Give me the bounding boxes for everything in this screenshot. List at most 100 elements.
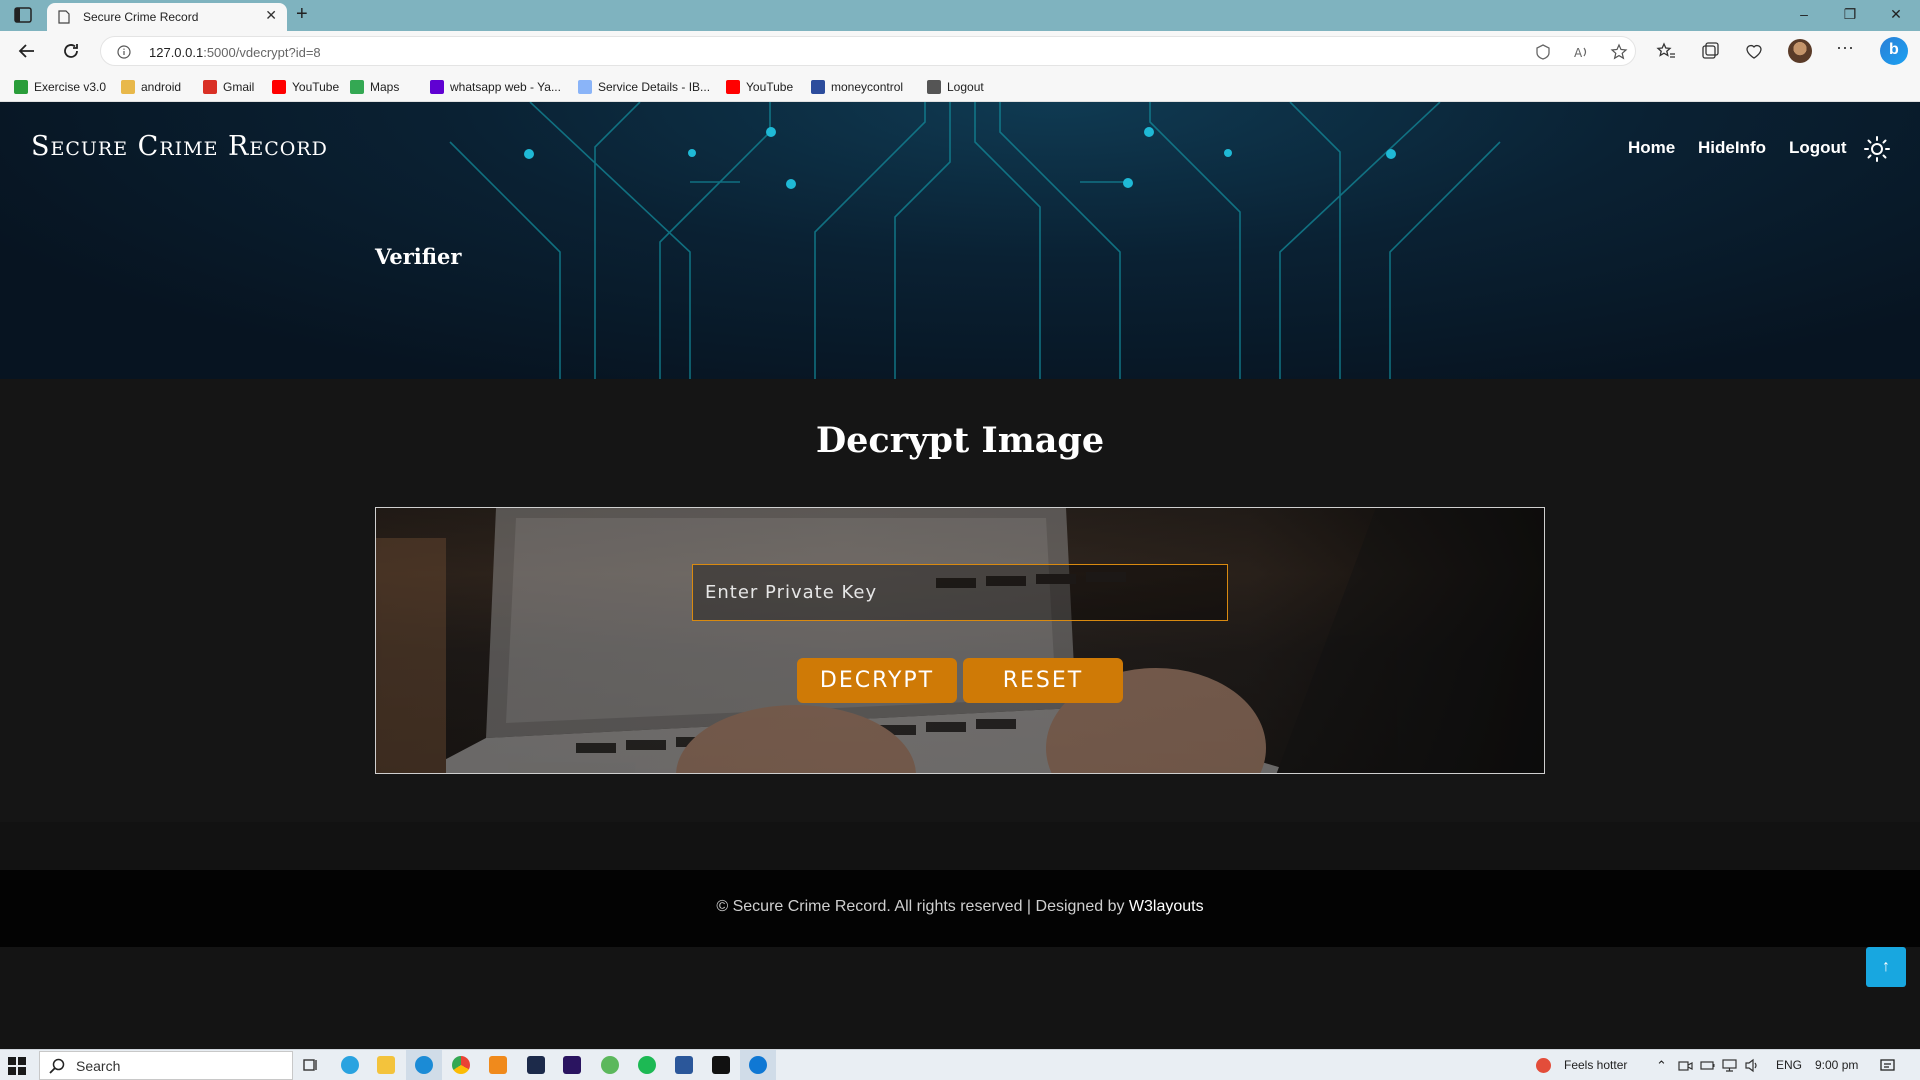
sun-icon[interactable] [1864,136,1890,162]
telegram-icon[interactable] [341,1056,359,1074]
page-icon [927,80,941,94]
premiere-icon[interactable] [563,1056,581,1074]
tab-title: Secure Crime Record [83,10,199,24]
spotify-icon[interactable] [638,1056,656,1074]
hero-banner: Secure Crime Record Home HideInfo Logout… [0,102,1920,379]
bookmark-item[interactable]: Gmail [203,78,254,96]
battery-icon[interactable] [1700,1058,1715,1073]
bookmark-item[interactable]: whatsapp web - Ya... [430,78,561,96]
bookmark-label: whatsapp web - Ya... [450,80,561,94]
read-aloud-icon[interactable]: A [1572,43,1590,61]
bookmark-item[interactable]: Service Details - IB... [578,78,710,96]
bookmark-item[interactable]: Exercise v3.0 [14,78,106,96]
search-icon [49,1058,65,1074]
moneycontrol-icon [811,80,825,94]
chrome-icon[interactable] [452,1056,470,1074]
windows-start-icon[interactable] [8,1057,26,1075]
bookmark-item[interactable]: Logout [927,78,984,96]
bookmark-item[interactable]: YouTube [272,78,339,96]
decrypt-section: Decrypt Image Enter Private Key DECRYPT … [0,379,1920,822]
bookmark-label: Maps [370,80,400,94]
nav-hideinfo[interactable]: HideInfo [1698,138,1766,158]
favorites-icon[interactable] [1656,41,1676,61]
folder-icon [121,80,135,94]
bookmark-label: android [141,80,182,94]
maps-pin-icon [350,80,364,94]
bookmark-label: Exercise v3.0 [34,80,107,94]
svg-text:A: A [1574,46,1583,60]
restore-icon[interactable]: ❐ [1840,6,1860,23]
url-text: 127.0.0.1:5000/vdecrypt?id=8 [149,45,321,60]
kdenlive-icon[interactable] [527,1056,545,1074]
add-favorite-icon[interactable] [1610,43,1628,61]
gmail-icon [203,80,217,94]
nav-logout[interactable]: Logout [1789,138,1847,158]
cloud-icon [578,80,592,94]
reset-button[interactable]: RESET [963,658,1123,703]
back-icon[interactable] [16,40,38,62]
vlc-icon[interactable] [489,1056,507,1074]
url-host: 127.0.0.1 [149,45,204,60]
chevron-up-icon[interactable]: ⌃ [1656,1058,1667,1074]
bookmark-item[interactable]: moneycontrol [811,78,903,96]
language-indicator[interactable]: ENG [1776,1058,1802,1072]
browser-essentials-icon[interactable] [1744,41,1764,61]
browser-toolbar: 127.0.0.1:5000/vdecrypt?id=8 A ··· b [0,31,1920,71]
tracking-prevention-icon[interactable] [1534,43,1552,61]
weather-icon[interactable] [1536,1058,1551,1073]
taskbar-search[interactable]: Search [39,1051,293,1080]
bookmarks-bar: Exercise v3.0 android Gmail YouTube Maps what… [0,71,1920,102]
collections-icon[interactable] [1700,41,1720,61]
youtube-icon [272,80,286,94]
word-icon[interactable] [675,1056,693,1074]
footer-copyright: © Secure Crime Record. All rights reserv… [0,898,1920,916]
onedrive-icon[interactable] [749,1056,767,1074]
network-icon[interactable] [1722,1058,1737,1073]
profile-avatar[interactable] [1788,39,1812,63]
weather-text[interactable]: Feels hotter [1564,1058,1627,1072]
new-tab-button[interactable]: + [296,3,308,26]
bookmark-label: Service Details - IB... [598,80,711,94]
pycharm-icon[interactable] [712,1056,730,1074]
nav-home[interactable]: Home [1628,138,1675,158]
bookmark-label: YouTube [292,80,340,94]
site-info-icon[interactable] [117,45,131,59]
close-tab-icon[interactable]: ✕ [265,7,277,24]
more-options-icon[interactable]: ··· [1836,37,1856,57]
decrypt-form-panel: DECRYPT RESET [375,507,1545,774]
bookmark-item[interactable]: YouTube [726,78,793,96]
close-window-icon[interactable]: ✕ [1886,6,1906,23]
clock[interactable]: 9:00 pm [1815,1058,1858,1072]
yahoo-icon [430,80,444,94]
bookmark-label: YouTube [746,80,794,94]
w-icon [14,80,28,94]
bookmark-item[interactable]: Maps [350,78,399,96]
browser-tab-strip: Secure Crime Record ✕ + – ❐ ✕ [0,0,1920,31]
bookmark-label: moneycontrol [831,80,904,94]
spacer-band [0,822,1920,870]
bing-copilot-icon[interactable]: b [1880,37,1908,65]
site-brand[interactable]: Secure Crime Record [31,131,328,162]
utorrent-icon[interactable] [601,1056,619,1074]
bookmark-item[interactable]: android [121,78,181,96]
file-explorer-icon[interactable] [377,1056,395,1074]
edge-icon[interactable] [415,1056,433,1074]
private-key-input[interactable] [692,564,1228,621]
scroll-to-top-icon[interactable]: ↑ [1866,947,1906,987]
volume-icon[interactable] [1744,1058,1759,1073]
refresh-icon[interactable] [60,40,82,62]
laptop-background-image [376,508,1544,773]
bookmark-label: Logout [947,80,984,94]
meet-now-icon[interactable] [1678,1058,1693,1073]
footer-designer-link[interactable]: W3layouts [1129,898,1204,915]
url-path: :5000/vdecrypt?id=8 [203,45,321,60]
notifications-icon[interactable] [1880,1058,1895,1073]
address-bar[interactable]: 127.0.0.1:5000/vdecrypt?id=8 A [100,36,1636,66]
browser-tab[interactable]: Secure Crime Record ✕ [47,3,287,31]
minimize-icon[interactable]: – [1794,6,1814,22]
task-view-icon[interactable] [302,1056,320,1074]
decrypt-button[interactable]: DECRYPT [797,658,957,703]
hero-title: Verifier [375,244,462,269]
bookmark-label: Gmail [223,80,255,94]
tab-actions-icon[interactable] [14,7,32,23]
